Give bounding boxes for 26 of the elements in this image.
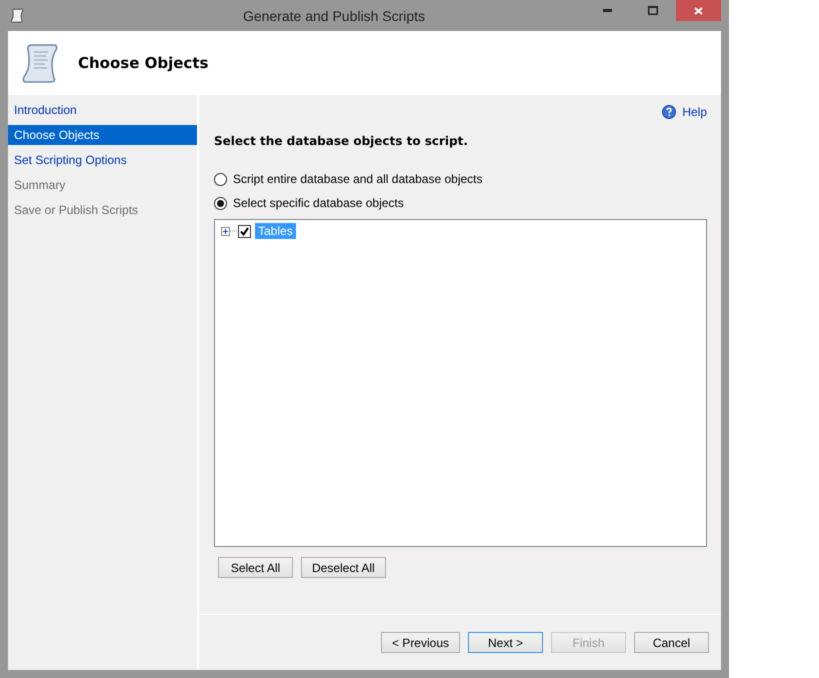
option-label: Select specific database objects xyxy=(233,196,404,210)
wizard-button[interactable]: Cancel xyxy=(634,632,709,653)
close-button[interactable] xyxy=(676,0,721,21)
scroll-icon xyxy=(10,8,24,23)
expand-icon[interactable] xyxy=(221,226,230,236)
radio-button[interactable] xyxy=(214,196,227,210)
select-button[interactable]: Select All xyxy=(218,557,293,578)
window-title: Generate and Publish Scripts xyxy=(242,8,426,24)
tree-line xyxy=(230,230,238,232)
option-label: Script entire database and all database objects xyxy=(233,172,482,186)
select-button[interactable]: Deselect All xyxy=(301,557,386,578)
wizard-step[interactable]: Choose Objects xyxy=(8,125,197,145)
close-icon xyxy=(694,6,703,14)
instruction-text: Select the database objects to script. xyxy=(214,134,469,148)
maximize-icon[interactable] xyxy=(648,6,658,15)
wizard-step[interactable]: Set Scripting Options xyxy=(8,150,197,170)
wizard-button[interactable]: Next > xyxy=(468,632,543,653)
minimize-icon[interactable] xyxy=(602,9,612,12)
help-link[interactable]: Help xyxy=(682,105,707,119)
scroll-icon xyxy=(20,42,60,84)
wizard-step[interactable]: Introduction xyxy=(8,100,197,120)
page-title: Choose Objects xyxy=(78,54,208,72)
radio-button[interactable] xyxy=(214,172,227,186)
help-icon xyxy=(662,105,676,119)
checkbox[interactable] xyxy=(238,224,251,238)
wizard-button[interactable]: < Previous xyxy=(380,632,460,653)
